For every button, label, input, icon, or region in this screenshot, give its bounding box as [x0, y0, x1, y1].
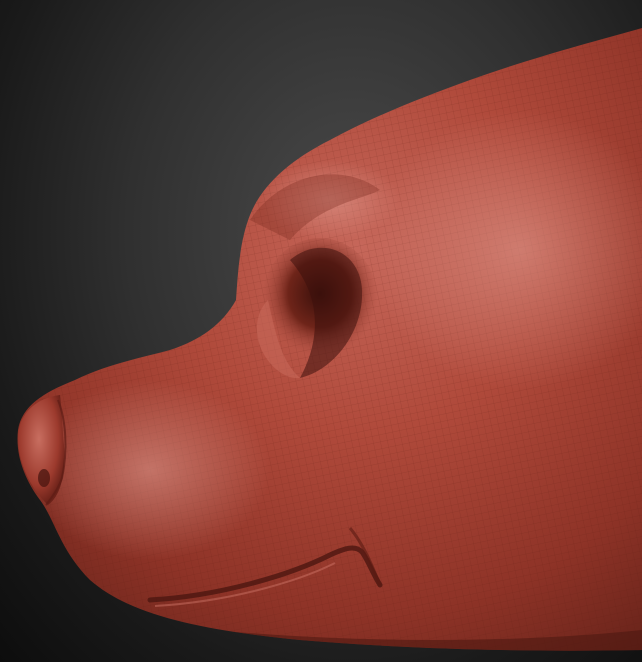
sculpted-snout-model — [17, 28, 642, 651]
nose-tip — [18, 395, 67, 506]
3d-viewport[interactable] — [0, 0, 642, 662]
